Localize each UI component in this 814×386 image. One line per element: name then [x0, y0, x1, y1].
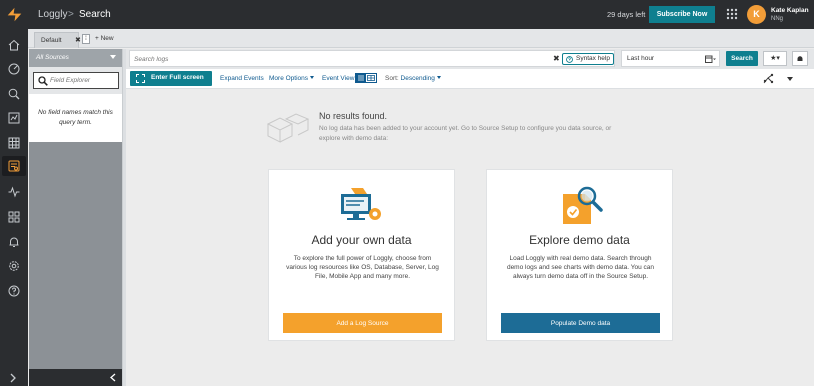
sort-label: Sort:: [385, 75, 399, 82]
saved-search-tabs: Default ✖ ⁞ + New: [28, 29, 814, 48]
expand-events-link[interactable]: Expand Events: [220, 75, 264, 82]
field-explorer-empty-message: No field names match this query term.: [29, 94, 122, 142]
time-range-picker[interactable]: Last hour: [621, 50, 720, 67]
close-icon[interactable]: ✖: [75, 36, 81, 44]
apps-grid-icon[interactable]: [726, 8, 738, 20]
nav-rail: [0, 29, 28, 386]
syntax-help-label: Syntax help: [576, 55, 610, 62]
event-view-label: Event View: [322, 75, 355, 82]
search-box[interactable]: ✖ Syntax help: [129, 50, 615, 67]
search-history-icon[interactable]: [7, 87, 21, 101]
user-avatar[interactable]: K: [747, 5, 766, 24]
app-name[interactable]: Loggly: [38, 9, 67, 20]
no-results-title: No results found.: [319, 111, 388, 121]
chevron-left-icon[interactable]: [109, 373, 117, 382]
sort-value: Descending: [400, 75, 435, 82]
add-own-data-title: Add your own data: [311, 233, 412, 247]
enter-full-screen-label: Enter Full screen: [151, 74, 204, 81]
calendar-icon: [705, 55, 716, 63]
sidebar-collapse-bar[interactable]: [29, 369, 122, 386]
list-view-icon[interactable]: [356, 74, 366, 82]
chevron-right-icon[interactable]: [7, 372, 19, 384]
toolbar-menu-chevron-icon[interactable]: [787, 77, 793, 81]
subscribe-now-button[interactable]: Subscribe Now: [649, 6, 715, 23]
help-icon[interactable]: [7, 284, 21, 298]
explore-demo-data-card: Explore demo data Load Loggly with real …: [486, 169, 673, 341]
time-range-value: Last hour: [627, 55, 655, 62]
populate-demo-data-button[interactable]: Populate Demo data: [501, 313, 660, 333]
bell-icon: [797, 56, 803, 62]
widgets-icon[interactable]: [7, 210, 21, 224]
field-explorer-search[interactable]: [33, 72, 119, 89]
empty-boxes-icon: [266, 113, 310, 143]
syntax-help-button[interactable]: Syntax help: [562, 53, 614, 65]
chevron-down-icon: [310, 76, 315, 79]
table-view-icon[interactable]: [367, 75, 375, 81]
alerts-icon[interactable]: [7, 235, 21, 249]
user-org: NNg: [771, 16, 784, 22]
explore-demo-data-title: Explore demo data: [529, 233, 630, 247]
new-tab-button[interactable]: + New: [95, 35, 114, 42]
results-area: No results found. No log data has been a…: [126, 90, 814, 386]
clear-search-icon[interactable]: ✖: [553, 54, 560, 63]
search-input[interactable]: [134, 53, 544, 65]
expand-icon: [136, 74, 145, 83]
notifications-button[interactable]: [792, 51, 808, 66]
help-icon: [566, 56, 573, 63]
enter-full-screen-button[interactable]: Enter Full screen: [130, 71, 212, 86]
source-group-select[interactable]: All Sources: [29, 49, 122, 67]
tab-menu-icon[interactable]: ⁞: [82, 34, 90, 44]
field-explorer-search-wrap: [29, 67, 122, 94]
search-button[interactable]: Search: [726, 51, 758, 66]
search-active-icon[interactable]: [2, 156, 26, 176]
share-icon[interactable]: [763, 73, 774, 84]
sort-menu[interactable]: Sort: Descending: [385, 75, 441, 82]
source-group-value: All Sources: [36, 54, 69, 61]
home-icon[interactable]: [7, 38, 21, 52]
no-results-message: No log data has been added to your accou…: [319, 125, 612, 142]
log-source-setup-icon: [341, 188, 381, 220]
chevron-down-icon: [436, 76, 441, 79]
event-view-toggle[interactable]: [355, 73, 377, 83]
field-explorer-input[interactable]: [50, 74, 116, 87]
charts-icon[interactable]: [7, 111, 21, 125]
chevron-down-icon: [110, 55, 116, 59]
breadcrumb-separator: >: [68, 9, 74, 20]
dashboard-icon[interactable]: [7, 62, 21, 76]
demo-data-magnifier-icon: [563, 186, 603, 224]
tab-label: Default: [41, 37, 62, 44]
more-options-label: More Options: [269, 75, 309, 82]
grid-icon[interactable]: [7, 136, 21, 150]
favorites-star-button[interactable]: ★▾: [763, 51, 787, 66]
page-title: Search: [79, 9, 111, 20]
trial-days-left: 29 days left: [607, 10, 646, 19]
search-row: ✖ Syntax help Last hour Search ★▾: [126, 49, 814, 69]
search-icon: [38, 76, 48, 86]
results-toolbar: Enter Full screen Expand Events More Opt…: [126, 69, 814, 89]
explore-demo-data-description: Load Loggly with real demo data. Search …: [506, 255, 655, 280]
user-name[interactable]: Kate Kaplan: [771, 7, 809, 14]
add-log-source-button[interactable]: Add a Log Source: [283, 313, 442, 333]
add-own-data-description: To explore the full power of Loggly, cho…: [286, 255, 439, 280]
tab-default[interactable]: Default ✖: [34, 32, 81, 48]
add-own-data-card: Add your own data To explore the full po…: [268, 169, 455, 341]
loggly-logo-icon[interactable]: [6, 6, 23, 23]
top-bar: Loggly > Search 29 days left Subscribe N…: [0, 0, 814, 29]
more-options-menu[interactable]: More Options: [269, 75, 315, 82]
settings-icon[interactable]: [7, 259, 21, 273]
pulse-icon[interactable]: [7, 185, 21, 199]
